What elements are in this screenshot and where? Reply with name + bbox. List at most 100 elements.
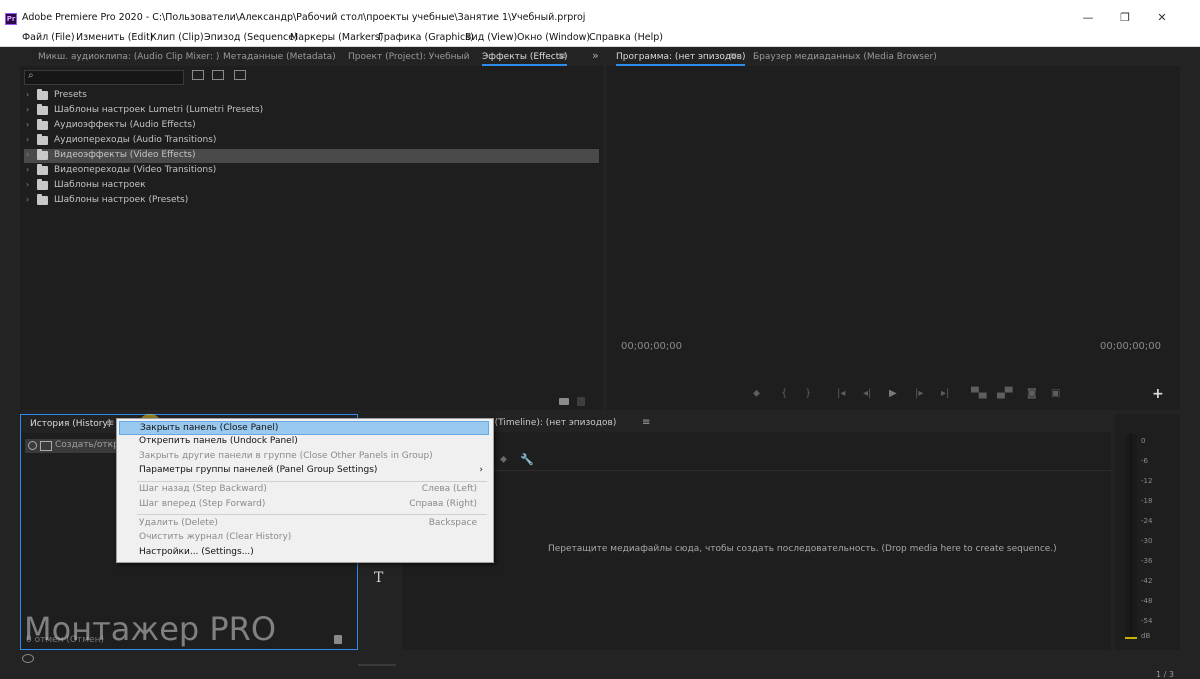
mark-in-icon[interactable]: {	[781, 388, 787, 399]
page-indicator: 1 / 3	[1156, 670, 1174, 679]
watermark: Монтажер PRO	[24, 610, 277, 648]
title-bar: Pr Adobe Premiere Pro 2020 - C:\Пользова…	[0, 0, 1200, 30]
chevron-right-icon[interactable]: ›	[26, 90, 29, 99]
tree-item-video-effects[interactable]: › Видеоэффекты (Video Effects)	[24, 149, 599, 163]
menu-item-panel-group-settings[interactable]: Параметры группы панелей (Panel Group Se…	[119, 464, 489, 478]
new-bin-icon[interactable]	[559, 398, 569, 405]
add-marker-icon[interactable]: ⬥	[500, 454, 507, 465]
chevron-right-icon[interactable]: ›	[26, 150, 29, 159]
menu-sequence[interactable]: Эпизод (Sequence)	[204, 32, 298, 43]
scrollbar-stub[interactable]	[358, 664, 396, 666]
tab-audio-clip-mixer[interactable]: Микш. аудиоклипа: (Audio Clip Mixer: )	[38, 52, 219, 62]
timecode-current[interactable]: 00;00;00;00	[621, 341, 682, 352]
tree-item-lumetri-presets[interactable]: › Шаблоны настроек Lumetri (Lumetri Prese…	[24, 104, 599, 118]
minimize-button[interactable]: —	[1078, 10, 1098, 26]
folder-icon	[37, 119, 48, 130]
effects-search-input[interactable]: ⌕	[24, 70, 184, 85]
lift-icon[interactable]: ▀▄	[971, 388, 986, 399]
menu-edit[interactable]: Изменить (Edit)	[76, 32, 154, 43]
tree-item-audio-effects[interactable]: › Аудиоэффекты (Audio Effects)	[24, 119, 599, 133]
32bit-effects-icon[interactable]	[212, 70, 224, 80]
meter-tick: -36	[1141, 557, 1153, 565]
search-icon: ⌕	[28, 70, 34, 81]
menu-view[interactable]: Вид (View)	[465, 32, 517, 43]
menu-item-undock-panel[interactable]: Открепить панель (Undock Panel)	[119, 435, 489, 449]
tab-history[interactable]: История (History)	[30, 419, 111, 429]
chevron-right-icon[interactable]: ›	[26, 105, 29, 114]
folder-icon	[37, 149, 48, 160]
menu-markers[interactable]: Маркеры (Markers)	[290, 32, 383, 43]
meter-tick: -54	[1141, 617, 1153, 625]
meter-tick: -18	[1141, 497, 1153, 505]
chevron-right-icon[interactable]: ›	[26, 195, 29, 204]
timecode-duration: 00;00;00;00	[1100, 341, 1162, 352]
menu-separator	[137, 514, 487, 515]
menu-window[interactable]: Окно (Window)	[517, 32, 590, 43]
folder-icon	[37, 194, 48, 205]
menu-item-settings[interactable]: Настройки... (Settings...)	[119, 546, 489, 560]
menu-item-step-forward[interactable]: Шаг вперед (Step Forward) Справа (Right)	[119, 498, 489, 512]
meter-tick: dB	[1141, 632, 1151, 640]
go-to-in-icon[interactable]: |◂	[837, 388, 845, 399]
meter-level	[1125, 637, 1137, 639]
tab-media-browser[interactable]: Браузер медиаданных (Media Browser)	[753, 52, 937, 62]
yuv-effects-icon[interactable]	[234, 70, 246, 80]
tree-item-audio-transitions[interactable]: › Аудиопереходы (Audio Transitions)	[24, 134, 599, 148]
menu-item-clear-history[interactable]: Очистить журнал (Clear History)	[119, 531, 489, 545]
folder-icon	[37, 164, 48, 175]
effects-panel: Микш. аудиоклипа: (Audio Clip Mixer: ) М…	[20, 48, 603, 410]
restore-button[interactable]: ❐	[1115, 10, 1135, 26]
meter-tick: -12	[1141, 477, 1153, 485]
chevron-right-icon[interactable]: ›	[26, 180, 29, 189]
menu-help[interactable]: Справка (Help)	[589, 32, 663, 43]
wrench-icon[interactable]: 🔧	[520, 453, 534, 466]
tree-item-presets-ru[interactable]: › Шаблоны настроек	[24, 179, 599, 193]
close-window-button[interactable]: ✕	[1152, 10, 1172, 26]
effects-panel-menu-icon[interactable]: ≡	[558, 51, 566, 62]
accelerated-effects-icon[interactable]	[192, 70, 204, 80]
add-marker-icon[interactable]: ⬥	[753, 388, 760, 399]
tab-project[interactable]: Проект (Project): Учебный	[348, 52, 470, 62]
tab-effects[interactable]: Эффекты (Effects)	[482, 52, 568, 66]
play-icon[interactable]: ▶	[889, 388, 897, 399]
menu-file[interactable]: Файл (File)	[22, 32, 75, 43]
step-forward-icon[interactable]: |▸	[915, 388, 923, 399]
meter-tick: -48	[1141, 597, 1153, 605]
mark-out-icon[interactable]: }	[805, 388, 811, 399]
trash-icon[interactable]	[334, 635, 342, 644]
comparison-view-icon[interactable]: ▣	[1051, 388, 1060, 399]
menu-item-delete[interactable]: Удалить (Delete) Backspace	[119, 517, 489, 531]
chevron-right-icon[interactable]: ›	[26, 165, 29, 174]
tree-item-video-transitions[interactable]: › Видеопереходы (Video Transitions)	[24, 164, 599, 178]
menu-graphics[interactable]: Графика (Graphics)	[378, 32, 474, 43]
status-icon[interactable]	[22, 654, 34, 663]
timeline-empty-message: Перетащите медиафайлы сюда, чтобы создат…	[548, 544, 1057, 554]
extract-icon[interactable]: ▄▀	[997, 388, 1012, 399]
program-panel-menu-icon[interactable]: ≡	[729, 51, 737, 62]
folder-icon	[37, 179, 48, 190]
tab-program[interactable]: Программа: (нет эпизодов)	[616, 52, 746, 66]
timeline-panel: Временная шкала (Timeline): (нет эпизодо…	[402, 414, 1111, 650]
timeline-panel-tabs: Временная шкала (Timeline): (нет эпизодо…	[402, 414, 1111, 432]
type-tool-icon[interactable]: T	[374, 570, 383, 586]
tab-metadata[interactable]: Метаданные (Metadata)	[223, 52, 336, 62]
menu-item-step-backward[interactable]: Шаг назад (Step Backward) Слева (Left)	[119, 483, 489, 497]
panel-overflow-icon[interactable]: »	[592, 49, 599, 62]
go-to-out-icon[interactable]: ▸|	[941, 388, 949, 399]
meter-tick: -42	[1141, 577, 1153, 585]
chevron-right-icon[interactable]: ›	[26, 120, 29, 129]
button-editor-add-button[interactable]: +	[1152, 386, 1164, 402]
trash-icon[interactable]	[577, 397, 585, 406]
menu-item-close-other-panels[interactable]: Закрыть другие панели в группе (Close Ot…	[119, 450, 489, 464]
tree-item-presets-ru-en[interactable]: › Шаблоны настроек (Presets)	[24, 194, 599, 208]
export-frame-icon[interactable]: ◙	[1027, 388, 1037, 399]
timeline-panel-menu-icon[interactable]: ≡	[642, 417, 650, 428]
menu-item-close-panel[interactable]: Закрыть панель (Close Panel)	[119, 421, 489, 435]
step-back-icon[interactable]: ◂|	[863, 388, 871, 399]
program-monitor-panel: Программа: (нет эпизодов) ≡ Браузер меди…	[607, 48, 1180, 410]
tree-item-presets[interactable]: › Presets	[24, 89, 599, 103]
premiere-logo: Pr	[5, 13, 17, 25]
chevron-right-icon[interactable]: ›	[26, 135, 29, 144]
history-panel-menu-icon[interactable]: ≡	[106, 418, 114, 429]
menu-clip[interactable]: Клип (Clip)	[150, 32, 204, 43]
